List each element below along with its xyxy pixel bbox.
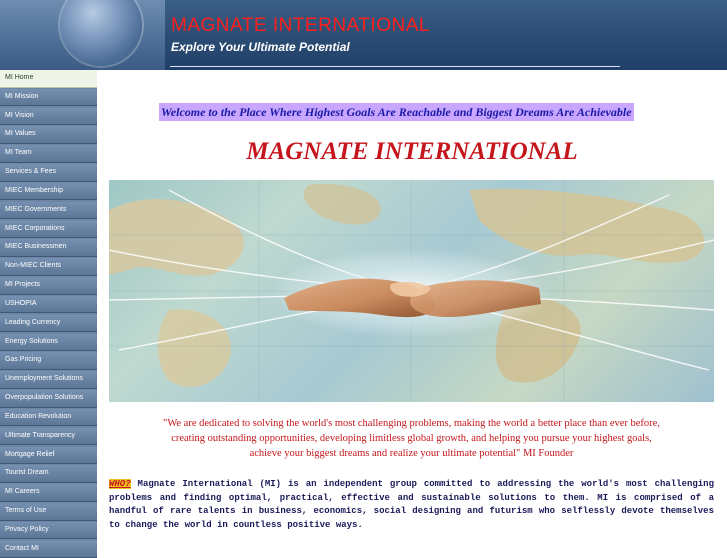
sidebar-item-mi-projects[interactable]: MI Projects	[0, 277, 97, 295]
sidebar-item-miec-membership[interactable]: MIEC Membership	[0, 182, 97, 201]
page-title: MAGNATE INTERNATIONAL	[246, 138, 578, 165]
sidebar-item-mi-team[interactable]: MI Team	[0, 145, 97, 163]
sidebar-item-education-revolution[interactable]: Education Revolution	[0, 408, 97, 427]
quote-line: "We are dedicated to solving the world's…	[163, 418, 660, 429]
who-text: Magnate International (MI) is an indepen…	[109, 479, 714, 530]
sidebar-item-mortgage-relief[interactable]: Mortgage Relief	[0, 446, 97, 465]
sidebar-item-leading-currency[interactable]: Leading Currency	[0, 314, 97, 333]
sidebar-item-contact-mi[interactable]: Contact MI	[0, 540, 97, 558]
main-content: Welcome to the Place Where Highest Goals…	[97, 70, 727, 545]
who-label: WHO?	[109, 479, 131, 489]
site-header: MAGNATE INTERNATIONAL Explore Your Ultim…	[0, 0, 727, 70]
welcome-banner: Welcome to the Place Where Highest Goals…	[159, 103, 634, 121]
sidebar-item-miec-governments[interactable]: MIEC Governments	[0, 201, 97, 220]
sidebar-item-mi-mission[interactable]: MI Mission	[0, 88, 97, 107]
sidebar-item-mi-home[interactable]: MI Home	[0, 70, 97, 88]
quote-line: achieve your biggest dreams and realize …	[249, 448, 574, 459]
sidebar-item-services-fees[interactable]: Services & Fees	[0, 164, 97, 182]
sidebar-item-terms-of-use[interactable]: Terms of Use	[0, 503, 97, 521]
who-paragraph: WHO? Magnate International (MI) is an in…	[109, 478, 714, 532]
sidebar-item-mi-values[interactable]: MI Values	[0, 126, 97, 144]
founder-quote: "We are dedicated to solving the world's…	[109, 416, 714, 461]
sidebar-item-overpopulation-solutions[interactable]: Overpopulation Solutions	[0, 390, 97, 408]
sidebar-item-unemployment-solutions[interactable]: Unemployment Solutions	[0, 371, 97, 389]
sidebar-item-gas-pricing[interactable]: Gas Pricing	[0, 352, 97, 370]
sidebar-item-mi-careers[interactable]: MI Careers	[0, 484, 97, 502]
sidebar-item-ultimate-transparency[interactable]: Ultimate Transparency	[0, 427, 97, 446]
sidebar-item-tourist-dream[interactable]: Tourist Dream	[0, 465, 97, 483]
sidebar-item-non-miec-clients[interactable]: Non-MIEC Clients	[0, 258, 97, 276]
sidebar-item-privacy-policy[interactable]: Privacy Policy	[0, 521, 97, 540]
next-section-strip	[109, 540, 714, 545]
sidebar-item-miec-businessmen[interactable]: MIEC Businessmen	[0, 239, 97, 257]
sidebar-item-mi-vision[interactable]: MI Vision	[0, 107, 97, 126]
site-tagline: Explore Your Ultimate Potential	[171, 40, 350, 54]
sidebar-item-ushopia[interactable]: USHOPIA	[0, 295, 97, 314]
quote-line: creating outstanding opportunities, deve…	[171, 433, 652, 444]
header-divider	[170, 66, 620, 67]
site-title: MAGNATE INTERNATIONAL	[171, 15, 430, 36]
sidebar-item-energy-solutions[interactable]: Energy Solutions	[0, 333, 97, 352]
sidebar-item-miec-corporations[interactable]: MIEC Corporations	[0, 220, 97, 239]
sidebar-nav: MI Home MI Mission MI Vision MI Values M…	[0, 70, 97, 558]
handshake-world-map-image	[109, 180, 714, 402]
